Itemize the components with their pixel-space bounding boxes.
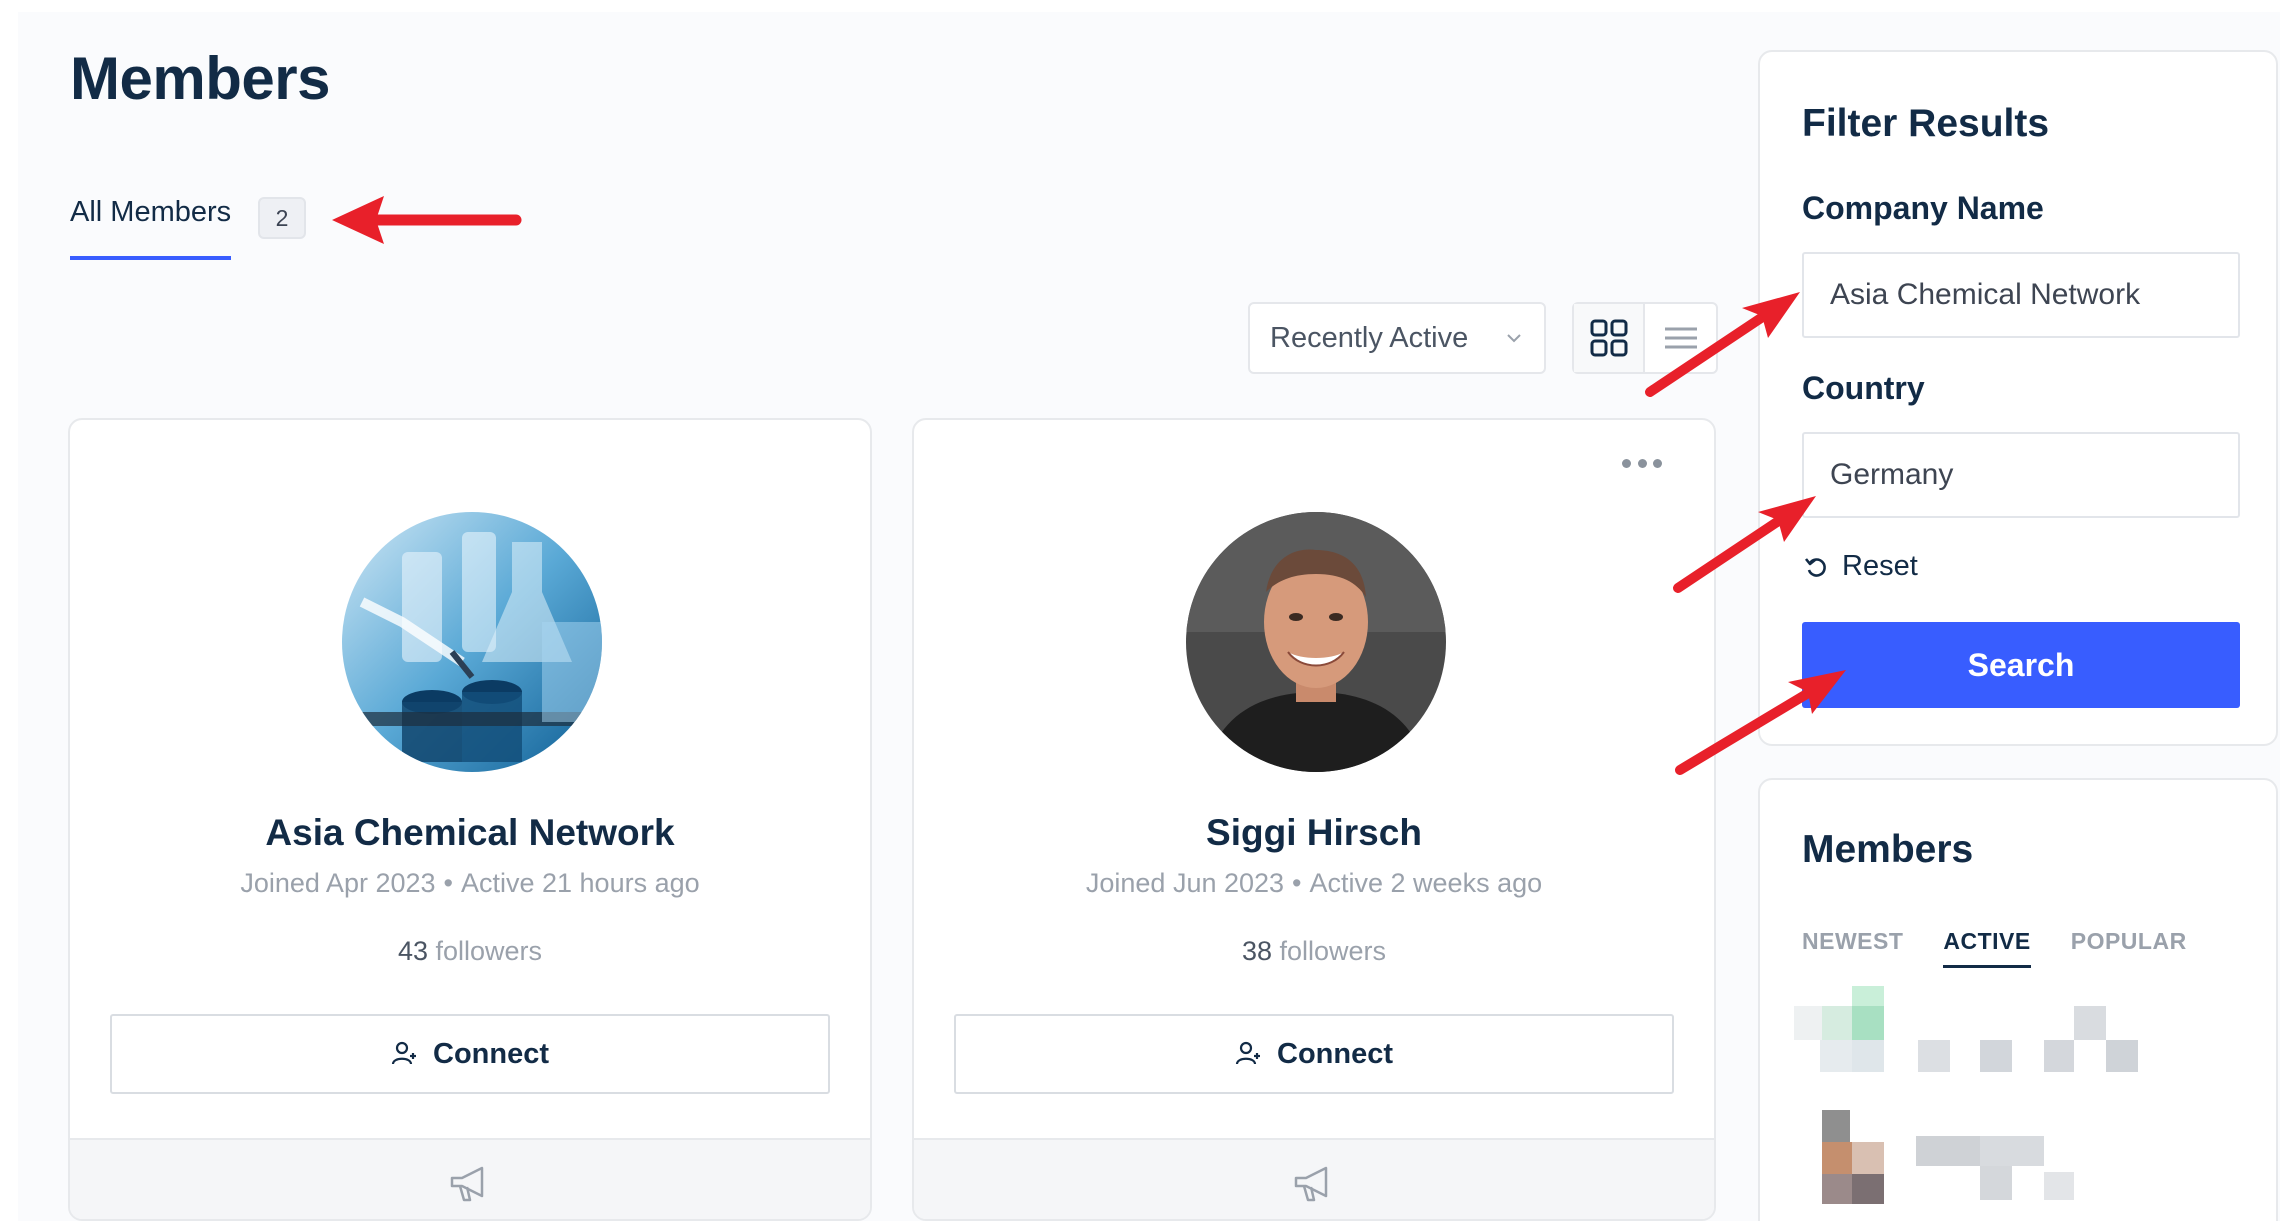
- megaphone-icon[interactable]: [448, 1164, 492, 1204]
- member-active: Active 2 weeks ago: [1309, 868, 1543, 898]
- person-photo: [1186, 512, 1446, 772]
- followers-label: followers: [1279, 936, 1387, 966]
- list-view-button[interactable]: [1645, 304, 1716, 372]
- reset-icon: [1804, 557, 1826, 577]
- megaphone-icon[interactable]: [1292, 1164, 1336, 1204]
- member-card: Asia Chemical Network Joined Apr 2023 • Ac…: [68, 418, 872, 1221]
- search-button[interactable]: Search: [1802, 622, 2240, 708]
- members-widget-title: Members: [1802, 828, 1974, 871]
- tab-newest[interactable]: NEWEST: [1802, 928, 1903, 968]
- followers-count: 43: [397, 936, 428, 966]
- member-joined: Joined Jun 2023: [1085, 868, 1285, 898]
- member-active: Active 21 hours ago: [460, 868, 700, 898]
- members-widget-tabs: NEWEST ACTIVE POPULAR: [1802, 928, 2187, 968]
- member-meta: Joined Jun 2023 • Active 2 weeks ago: [914, 868, 1714, 899]
- country-label: Country: [1802, 370, 1925, 406]
- card-footer: [70, 1138, 870, 1219]
- tab-popular[interactable]: POPULAR: [2071, 928, 2187, 968]
- add-user-icon: [1235, 1041, 1260, 1065]
- grid-view-button[interactable]: [1574, 304, 1646, 372]
- member-card: Siggi Hirsch Joined Jun 2023 • Active 2 we…: [912, 418, 1716, 1221]
- country-input[interactable]: [1802, 432, 2240, 518]
- reset-button[interactable]: Reset: [1804, 550, 1918, 583]
- more-options-icon[interactable]: [1622, 456, 1662, 470]
- avatar[interactable]: [342, 512, 602, 772]
- member-name[interactable]: Asia Chemical Network: [70, 812, 870, 854]
- avatar[interactable]: [1186, 512, 1446, 772]
- followers-label: followers: [435, 936, 543, 966]
- card-footer: [914, 1138, 1714, 1219]
- member-followers: 43 followers: [70, 936, 870, 967]
- company-name-label: Company Name: [1802, 190, 2044, 226]
- lab-glassware-image: [342, 512, 602, 772]
- grid-icon: [1590, 319, 1628, 357]
- tab-all-members[interactable]: All Members: [70, 196, 232, 260]
- member-meta: Joined Apr 2023 • Active 21 hours ago: [70, 868, 870, 899]
- followers-count: 38: [1241, 936, 1272, 966]
- members-count-badge: 2: [258, 197, 306, 239]
- company-name-input[interactable]: [1802, 252, 2240, 338]
- separator-dot-icon: •: [1292, 868, 1302, 898]
- members-widget: Members NEWEST ACTIVE POPULAR: [1758, 778, 2278, 1221]
- member-name[interactable]: Siggi Hirsch: [914, 812, 1714, 854]
- list-icon: [1664, 327, 1697, 349]
- view-toggle: [1572, 302, 1718, 374]
- chevron-down-icon: [1507, 334, 1521, 343]
- filter-panel: Filter Results Company Name Country Rese…: [1758, 50, 2278, 746]
- separator-dot-icon: •: [443, 868, 453, 898]
- tab-active[interactable]: ACTIVE: [1943, 928, 2031, 968]
- filter-title: Filter Results: [1802, 102, 2050, 145]
- sort-select[interactable]: Recently Active: [1248, 302, 1546, 374]
- connect-label: Connect: [1277, 1037, 1393, 1070]
- page-title: Members: [70, 45, 330, 112]
- connect-label: Connect: [433, 1037, 549, 1070]
- sort-selected-value: Recently Active: [1270, 321, 1469, 354]
- add-user-icon: [391, 1041, 416, 1065]
- connect-button[interactable]: Connect: [110, 1014, 830, 1094]
- reset-label: Reset: [1842, 550, 1918, 582]
- member-followers: 38 followers: [914, 936, 1714, 967]
- connect-button[interactable]: Connect: [954, 1014, 1674, 1094]
- member-joined: Joined Apr 2023: [240, 868, 436, 898]
